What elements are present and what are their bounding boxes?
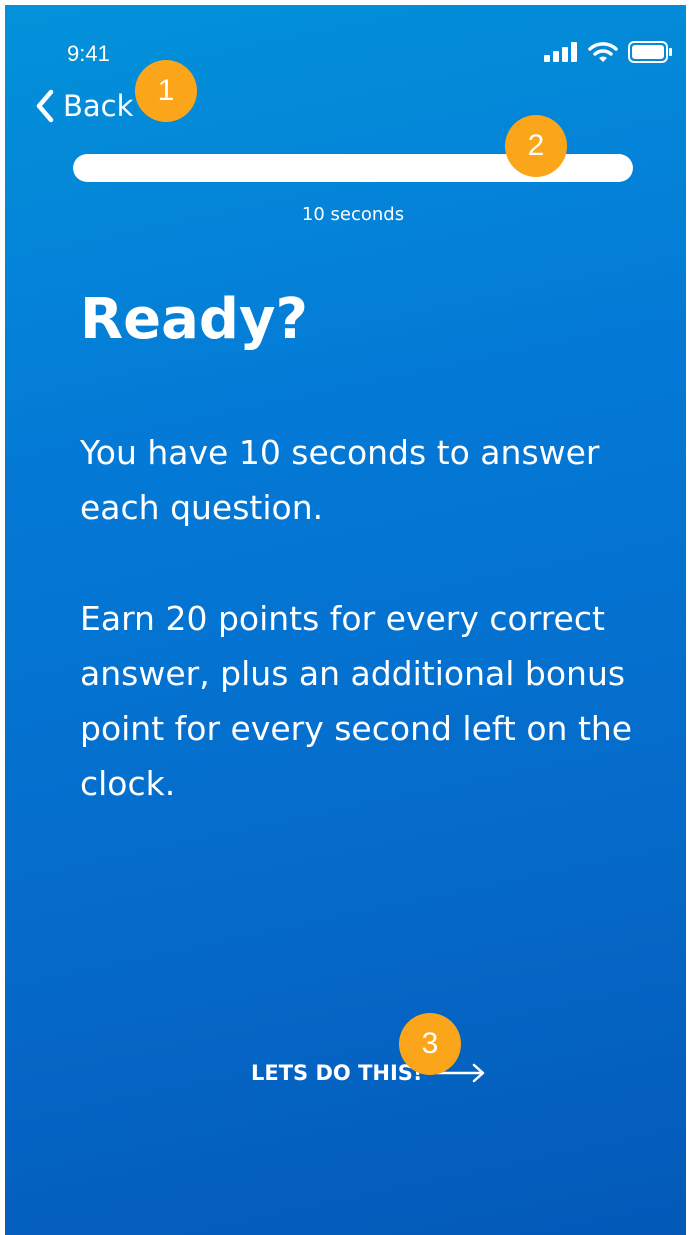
annotation-marker-3: 3	[399, 1013, 461, 1075]
annotation-marker-2: 2	[505, 115, 567, 177]
cta-label: LETS DO THIS!	[251, 1061, 423, 1085]
instructions-points: Earn 20 points for every correct answer,…	[80, 599, 633, 803]
instructions-time: You have 10 seconds to answer each quest…	[80, 433, 600, 527]
battery-icon	[628, 41, 672, 63]
status-time: 9:41	[67, 41, 110, 66]
status-icons	[544, 41, 672, 63]
annotation-marker-1: 1	[135, 60, 197, 122]
screen: 9:41 Back 10 seconds Ready? You have 10 …	[5, 5, 686, 1235]
page-title: Ready?	[80, 287, 308, 352]
back-button[interactable]: Back	[35, 89, 133, 123]
wifi-icon	[588, 42, 618, 62]
back-label: Back	[63, 89, 134, 123]
chevron-left-icon	[36, 89, 54, 123]
timer-label: 10 seconds	[301, 204, 405, 225]
cellular-signal-icon	[544, 42, 577, 62]
